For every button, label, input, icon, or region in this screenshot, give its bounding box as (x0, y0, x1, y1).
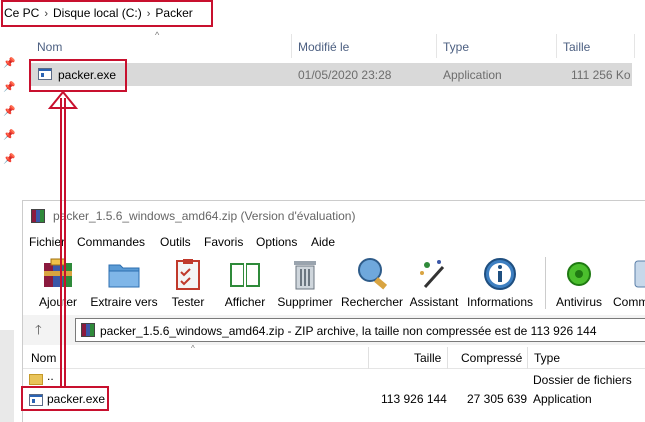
list-item-type: Dossier de fichiers (533, 373, 632, 387)
list-item-parent-folder[interactable]: .. Dossier de fichiers (23, 369, 645, 390)
pin-icon[interactable]: 📌 (3, 82, 15, 94)
list-item-type: Application (533, 392, 592, 406)
winrar-logo-icon (31, 209, 45, 223)
file-list-header: ^ Nom Taille Compressé Type (23, 344, 645, 369)
background-window-strip (0, 330, 14, 422)
column-divider[interactable] (527, 347, 528, 369)
pin-icon[interactable]: 📌 (3, 154, 15, 166)
archive-add-icon (44, 258, 72, 287)
column-divider[interactable] (368, 347, 369, 369)
file-type: Application (443, 68, 502, 82)
archive-path-text: packer_1.5.6_windows_amd64.zip - ZIP arc… (100, 324, 597, 338)
column-divider[interactable] (291, 34, 292, 58)
list-column-name[interactable]: Nom (31, 351, 56, 365)
virus-icon (567, 262, 591, 286)
quick-access-strip: 📌 📌 📌 📌 📌 (0, 28, 22, 198)
list-item-packer-exe[interactable]: packer.exe 113 926 144 27 305 639 Applic… (23, 390, 645, 409)
search-label: Rechercher (340, 295, 404, 309)
menu-bar: Fichier Commandes Outils Favoris Options… (23, 232, 645, 252)
menu-favoris[interactable]: Favoris (204, 235, 243, 249)
column-divider[interactable] (634, 34, 635, 58)
comment-icon (634, 260, 645, 288)
info-label: Informations (466, 295, 534, 309)
info-icon (484, 258, 516, 290)
winrar-archive-icon (81, 323, 95, 337)
toolbar-separator (545, 257, 546, 309)
test-label: Tester (171, 295, 205, 309)
highlight-box-explorer-file (29, 59, 127, 92)
comment-button[interactable]: Comm (613, 253, 645, 313)
delete-label: Supprimer (277, 295, 333, 309)
title-bar[interactable]: packer_1.5.6_windows_amd64.zip (Version … (23, 201, 645, 231)
trash-icon (294, 261, 316, 290)
column-header-size[interactable]: Taille (563, 40, 590, 64)
pin-icon[interactable]: 📌 (3, 58, 15, 70)
archive-path-bar: 🡑 packer_1.5.6_windows_amd64.zip - ZIP a… (23, 315, 645, 345)
extract-to-button[interactable]: Extraire vers (89, 253, 159, 313)
delete-button[interactable]: Supprimer (275, 253, 335, 313)
menu-fichier[interactable]: Fichier (29, 235, 65, 249)
winrar-window: packer_1.5.6_windows_amd64.zip (Version … (22, 200, 645, 422)
wizard-label: Assistant (409, 295, 459, 309)
menu-outils[interactable]: Outils (160, 235, 191, 249)
column-header-modified[interactable]: Modifié le (298, 40, 349, 64)
book-icon (230, 263, 260, 287)
folder-extract-icon (108, 264, 140, 288)
pin-icon[interactable]: 📌 (3, 106, 15, 118)
list-item-name: .. (47, 369, 54, 383)
magnifier-icon (358, 258, 388, 290)
highlight-box-archive-file (21, 386, 109, 411)
comment-label: Comm (613, 295, 645, 309)
toolbar: Ajouter Extraire vers Tester Afficher Su… (23, 253, 645, 313)
column-divider[interactable] (447, 347, 448, 369)
list-column-compressed[interactable]: Compressé (461, 351, 522, 365)
menu-commandes[interactable]: Commandes (77, 235, 145, 249)
antivirus-button[interactable]: Antivirus (553, 253, 605, 313)
column-divider[interactable] (436, 34, 437, 58)
pin-icon[interactable]: 📌 (3, 130, 15, 142)
list-column-type[interactable]: Type (534, 351, 560, 365)
view-button[interactable]: Afficher (218, 253, 272, 313)
file-modified: 01/05/2020 23:28 (298, 68, 392, 82)
menu-aide[interactable]: Aide (311, 235, 335, 249)
add-button[interactable]: Ajouter (33, 253, 83, 313)
extract-to-label: Extraire vers (90, 295, 158, 309)
antivirus-label: Antivirus (555, 295, 602, 309)
file-size: 111 256 Ko (571, 68, 631, 82)
arrow-head-icon (47, 90, 79, 109)
magic-wand-icon (420, 260, 445, 289)
highlight-box-breadcrumb (1, 0, 213, 27)
folder-icon (29, 374, 43, 385)
clipboard-check-icon (176, 259, 200, 290)
window-title: packer_1.5.6_windows_amd64.zip (Version … (53, 209, 356, 223)
up-arrow-icon[interactable]: 🡑 (35, 321, 42, 343)
add-label: Ajouter (38, 295, 78, 309)
column-divider[interactable] (556, 34, 557, 58)
archive-path-field[interactable]: packer_1.5.6_windows_amd64.zip - ZIP arc… (75, 318, 645, 342)
test-button[interactable]: Tester (163, 253, 213, 313)
column-header-type[interactable]: Type (443, 40, 469, 64)
list-column-size[interactable]: Taille (414, 351, 441, 365)
wizard-button[interactable]: Assistant (408, 253, 460, 313)
explorer-address-bar[interactable]: Ce PC › Disque local (C:) › Packer (0, 0, 645, 28)
view-label: Afficher (224, 295, 266, 309)
sort-ascending-icon: ^ (191, 344, 195, 353)
list-item-size: 113 926 144 (381, 392, 447, 406)
list-item-compressed: 27 305 639 (467, 392, 528, 406)
search-button[interactable]: Rechercher (340, 253, 404, 313)
menu-options[interactable]: Options (256, 235, 297, 249)
info-button[interactable]: Informations (465, 253, 535, 313)
sort-ascending-icon: ^ (155, 30, 160, 40)
